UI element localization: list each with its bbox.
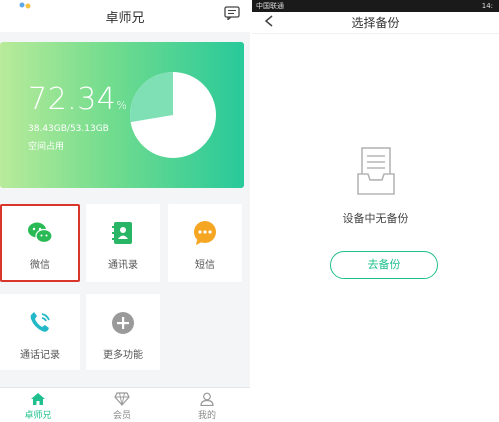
status-bar: 中国联通 14:	[252, 0, 499, 12]
home-icon	[31, 393, 45, 405]
top-bar: 卓师兄	[0, 0, 250, 32]
tile-label: 更多功能	[103, 350, 143, 361]
tile-label: 短信	[195, 260, 215, 271]
wechat-icon	[28, 222, 53, 244]
nav-label: 卓师兄	[24, 411, 52, 421]
storage-percent: 72.34%	[28, 82, 128, 117]
status-time: 14:	[481, 2, 493, 10]
tile-label: 微信	[30, 260, 50, 271]
storage-card[interactable]: 72.34% 38.43GB/53.13GB 空间占用	[0, 42, 244, 188]
user-icon	[200, 392, 214, 406]
tile-contacts[interactable]: 通讯录	[86, 204, 160, 282]
pie-free-slice	[130, 72, 173, 123]
nav-item-home[interactable]: 卓师兄	[8, 392, 68, 421]
status-carrier: 中国联通	[256, 2, 284, 10]
nav-label: 会员	[112, 411, 131, 421]
plus-icon	[112, 312, 134, 334]
contacts-icon	[112, 222, 132, 244]
tile-sms[interactable]: 短信	[168, 204, 242, 282]
empty-message: 设备中无备份	[342, 212, 409, 225]
empty-inbox-icon	[357, 147, 395, 195]
nav-item-mine[interactable]: 我的	[177, 392, 237, 421]
go-backup-button[interactable]: 去备份	[330, 251, 438, 279]
home-screen: 卓师兄 72.34% 38.43GB/53.13GB 空间占用 微信 通讯录 短…	[0, 0, 250, 422]
backup-select-screen: 中国联通 14: 选择备份 设备中无备份 去备份	[252, 0, 499, 422]
app-title: 卓师兄	[105, 11, 145, 26]
tile-label: 通讯录	[108, 260, 138, 271]
nav-item-member[interactable]: 会员	[92, 392, 152, 421]
sms-icon	[194, 221, 216, 245]
storage-size: 38.43GB/53.13GB	[28, 124, 109, 134]
storage-pie-chart	[130, 72, 216, 158]
tile-label: 通话记录	[20, 350, 60, 361]
bottom-nav: 卓师兄 会员 我的	[0, 387, 250, 422]
storage-usage-label: 空间占用	[28, 142, 65, 152]
tile-more[interactable]: 更多功能	[86, 294, 160, 370]
screen: 卓师兄 72.34% 38.43GB/53.13GB 空间占用 微信 通讯录 短…	[0, 0, 499, 422]
tile-call-log[interactable]: 通话记录	[0, 294, 80, 370]
diamond-icon	[114, 392, 130, 406]
nav-label: 我的	[197, 411, 216, 421]
tile-wechat[interactable]: 微信	[0, 204, 80, 282]
call-log-icon	[30, 312, 50, 332]
header: 选择备份	[252, 12, 499, 34]
message-icon[interactable]	[224, 6, 240, 20]
page-title: 选择备份	[351, 16, 400, 30]
